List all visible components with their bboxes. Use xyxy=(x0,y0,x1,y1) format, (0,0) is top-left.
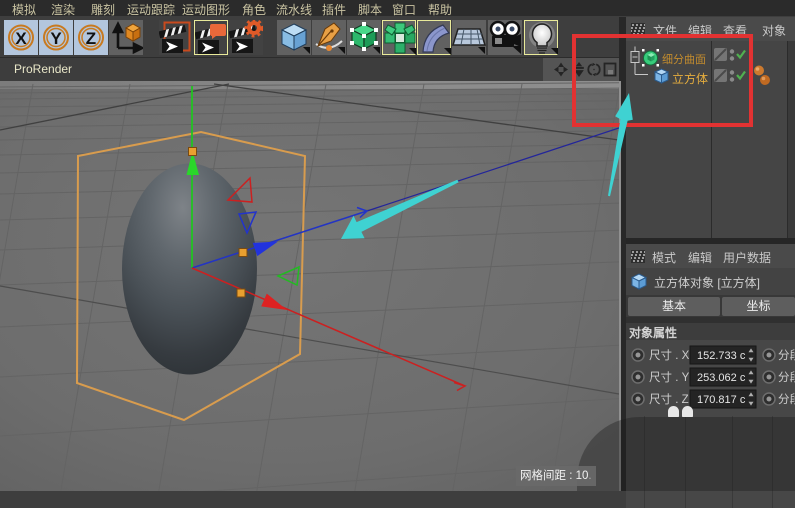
svg-text:X: X xyxy=(15,29,27,48)
svg-text:分段: 分段 xyxy=(778,370,795,384)
svg-text:尺寸 . Y: 尺寸 . Y xyxy=(649,370,690,384)
svg-text:分段: 分段 xyxy=(778,348,795,362)
svg-text:Z: Z xyxy=(86,29,96,48)
svg-text:152.733 c: 152.733 c xyxy=(697,350,746,362)
svg-text:Y: Y xyxy=(50,29,62,48)
svg-text:253.062 c: 253.062 c xyxy=(697,372,746,384)
svg-text:尺寸 . X: 尺寸 . X xyxy=(649,348,690,362)
